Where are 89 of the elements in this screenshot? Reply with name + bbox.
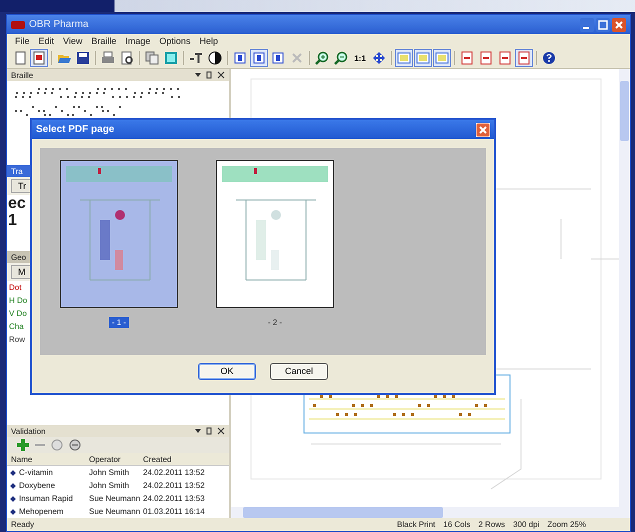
menu-item[interactable]: Options: [159, 36, 190, 46]
menu-item[interactable]: Help: [199, 36, 218, 46]
close-button[interactable]: [612, 18, 626, 32]
panel-controls-icon[interactable]: [195, 427, 225, 435]
table-cell-text: Sue Neumann: [89, 494, 142, 503]
panel-title: Tra: [11, 166, 23, 176]
pdf-page-icon: [32, 51, 46, 65]
menu-item[interactable]: Braille: [91, 36, 116, 46]
dialog-button[interactable]: OK: [198, 362, 256, 380]
toolbar-button[interactable]: [313, 49, 331, 67]
status-text: Ready: [11, 520, 34, 529]
page-minus-icon: [517, 51, 531, 65]
toolbar-button[interactable]: [540, 49, 558, 67]
braille-icon: [252, 51, 266, 65]
table-cell: Doxybene: [7, 481, 89, 490]
copy-icon: [145, 51, 159, 65]
dialog-title: Select PDF page: [36, 124, 114, 135]
maximize-button[interactable]: [596, 18, 610, 32]
save-icon: [76, 51, 90, 65]
help-icon: [542, 51, 556, 65]
toolbar-button[interactable]: [206, 49, 224, 67]
geometry-label: H Do: [9, 295, 28, 307]
geometry-label: Dot: [9, 282, 22, 294]
frame-icon: [397, 51, 411, 65]
table-cell: Insuman Rapid: [7, 494, 89, 503]
delete-icon: [290, 51, 304, 65]
panel-title: Braille: [11, 70, 34, 80]
translation-text: 1: [7, 212, 18, 229]
page-minus-icon: [498, 51, 512, 65]
geometry-label: V Do: [9, 308, 27, 320]
table-cell: Mehopenem: [7, 507, 89, 516]
zoom-out-icon: [334, 51, 348, 65]
panel-title: Geo: [11, 252, 26, 262]
panel-title: Validation: [11, 426, 46, 436]
table-cell-text: Sue Neumann: [89, 507, 142, 516]
page-thumbnail[interactable]: [216, 160, 334, 308]
menu-item[interactable]: Edit: [38, 36, 54, 46]
frame-icon: [416, 51, 430, 65]
table-cell-text: 01.03.2011 16:14: [143, 507, 206, 516]
geometry-label: Row: [9, 334, 26, 346]
page-label[interactable]: - 1 -: [108, 317, 130, 328]
page-minus-icon: [460, 51, 474, 65]
dialog-button[interactable]: Cancel: [270, 362, 328, 380]
toolbar-button[interactable]: [332, 49, 350, 67]
status-text: Zoom 25%: [547, 520, 586, 529]
text-size-icon: [189, 51, 203, 65]
panel-controls-icon[interactable]: [195, 71, 225, 79]
menu-item[interactable]: Image: [125, 36, 150, 46]
move-icon: [372, 51, 386, 65]
table-cell-text: 24.02.2011 13:52: [143, 481, 206, 490]
table-cell-text: 24.02.2011 13:52: [143, 468, 206, 477]
status-text: 16 Cols: [443, 520, 470, 529]
contrast-icon: [208, 51, 222, 65]
actual-size-button[interactable]: 1:1: [351, 49, 369, 67]
page-thumbnail[interactable]: [60, 160, 178, 308]
geometry-label: Cha: [9, 321, 24, 333]
menu-item[interactable]: View: [63, 36, 82, 46]
table-cell-text: 24.02.2011 13:53: [143, 494, 206, 503]
page-minus-icon: [479, 51, 493, 65]
status-text: 300 dpi: [513, 520, 540, 529]
status-text: 2 Rows: [478, 520, 506, 529]
status-text: Black Print: [397, 520, 436, 529]
translation-text: ec: [7, 195, 27, 212]
table-cell-text: John Smith: [89, 468, 130, 477]
table-cell-text: John Smith: [89, 481, 130, 490]
column-header[interactable]: Name: [7, 454, 89, 464]
preview-icon: [120, 51, 134, 65]
zoom-in-icon: [315, 51, 329, 65]
column-header[interactable]: Operator: [89, 454, 143, 464]
toolbar-button[interactable]: [250, 49, 268, 67]
close-button[interactable]: [476, 122, 490, 136]
toolbar-button[interactable]: [30, 49, 48, 67]
menu-item[interactable]: File: [15, 36, 30, 46]
toolbar-button[interactable]: [74, 49, 92, 67]
page-label[interactable]: - 2 -: [264, 317, 286, 328]
page-icon: [13, 51, 27, 65]
table-cell: C-vitamin: [7, 468, 89, 477]
horizontal-scrollbar[interactable]: [231, 507, 630, 518]
app-icon: [11, 20, 25, 30]
add-icon[interactable]: [17, 439, 29, 451]
braille-icon: [233, 51, 247, 65]
braille-icon: [271, 51, 285, 65]
image-icon: [164, 51, 178, 65]
minimize-button[interactable]: [580, 18, 594, 32]
column-header[interactable]: Created: [143, 454, 225, 464]
frame-icon: [435, 51, 449, 65]
vertical-scrollbar[interactable]: [619, 69, 630, 507]
printer-icon: [101, 51, 115, 65]
window-title: OBR Pharma: [29, 19, 88, 30]
